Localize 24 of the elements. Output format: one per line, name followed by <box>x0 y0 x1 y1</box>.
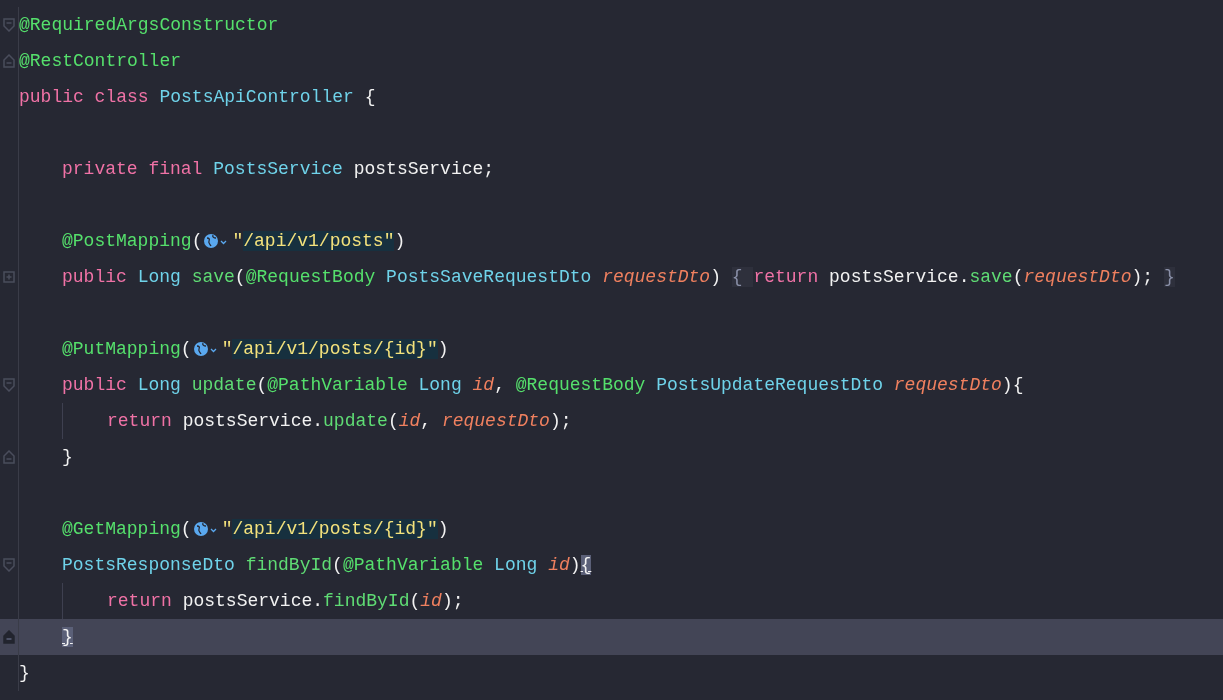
fold-marker-icon[interactable] <box>3 558 15 572</box>
code-text: public Long save(@RequestBody PostsSaveRequestDto requestDto) { return postsService.save(requestDto); } <box>61 265 1175 289</box>
expand-marker-icon[interactable] <box>3 271 15 283</box>
code-text: "/api/v1/posts/{id}") <box>221 517 449 541</box>
fold-marker-icon[interactable] <box>3 18 15 32</box>
code-text: } <box>61 445 73 469</box>
code-text: return postsService.update(id, requestDto); <box>62 403 572 439</box>
code-text: "/api/v1/posts") <box>232 229 406 253</box>
code-text: @GetMapping( <box>61 517 192 541</box>
fold-marker-icon[interactable] <box>3 378 15 392</box>
code-text: private final PostsService postsService; <box>61 157 495 181</box>
code-text: public class PostsApiController { <box>19 85 376 109</box>
code-text: } <box>19 661 30 685</box>
code-text: @PostMapping( <box>61 229 203 253</box>
fold-marker-icon[interactable] <box>3 450 15 464</box>
code-text: @RestController <box>19 49 182 73</box>
code-text: @PutMapping( <box>61 337 192 361</box>
code-text: "/api/v1/posts/{id}") <box>221 337 449 361</box>
code-text: } <box>61 625 73 649</box>
fold-marker-icon[interactable] <box>3 54 15 68</box>
code-text: public Long update(@PathVariable Long id, @RequestBody PostsUpdateRequestDto requestDto){ <box>61 373 1024 397</box>
code-text: @RequiredArgsConstructor <box>19 13 279 37</box>
fold-marker-icon[interactable] <box>3 630 15 644</box>
code-text: PostsResponseDto findById(@PathVariable Long id){ <box>61 553 592 577</box>
